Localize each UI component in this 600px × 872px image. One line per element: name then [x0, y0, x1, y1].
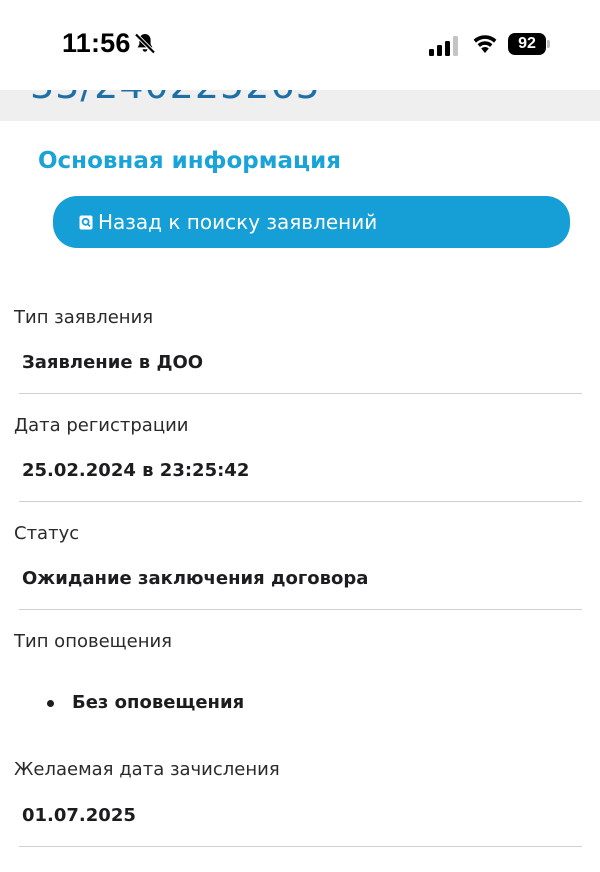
status-label: Статус [14, 523, 80, 544]
battery-icon: 92 [508, 33, 546, 55]
wifi-icon [473, 35, 497, 53]
notification-type-value: Без оповещения [72, 692, 245, 713]
search-document-icon [79, 215, 93, 229]
status-bar: 11:56 92 [0, 0, 600, 90]
desired-enrollment-date-value: 01.07.2025 [22, 805, 136, 826]
battery-tip [547, 40, 550, 48]
back-to-search-button[interactable]: Назад к поиску заявлений [53, 196, 570, 248]
application-type-value: Заявление в ДОО [22, 352, 204, 373]
registration-date-value: 25.02.2024 в 23:25:42 [22, 460, 250, 481]
status-time: 11:56 [62, 28, 131, 58]
desired-enrollment-date-label: Желаемая дата зачисления [14, 759, 280, 780]
notification-type-label: Тип оповещения [14, 631, 172, 652]
back-to-search-label: Назад к поиску заявлений [98, 210, 378, 234]
bullet-icon [47, 700, 54, 707]
registration-date-label: Дата регистрации [14, 415, 189, 436]
application-type-label: Тип заявления [14, 307, 154, 328]
section-title: Основная информация [38, 148, 341, 174]
status-value: Ожидание заключения договора [22, 568, 369, 589]
divider [19, 501, 582, 502]
bell-slash-icon [134, 33, 156, 54]
cellular-signal-icon [429, 36, 458, 56]
divider [19, 846, 582, 847]
divider [19, 393, 582, 394]
divider [19, 609, 582, 610]
